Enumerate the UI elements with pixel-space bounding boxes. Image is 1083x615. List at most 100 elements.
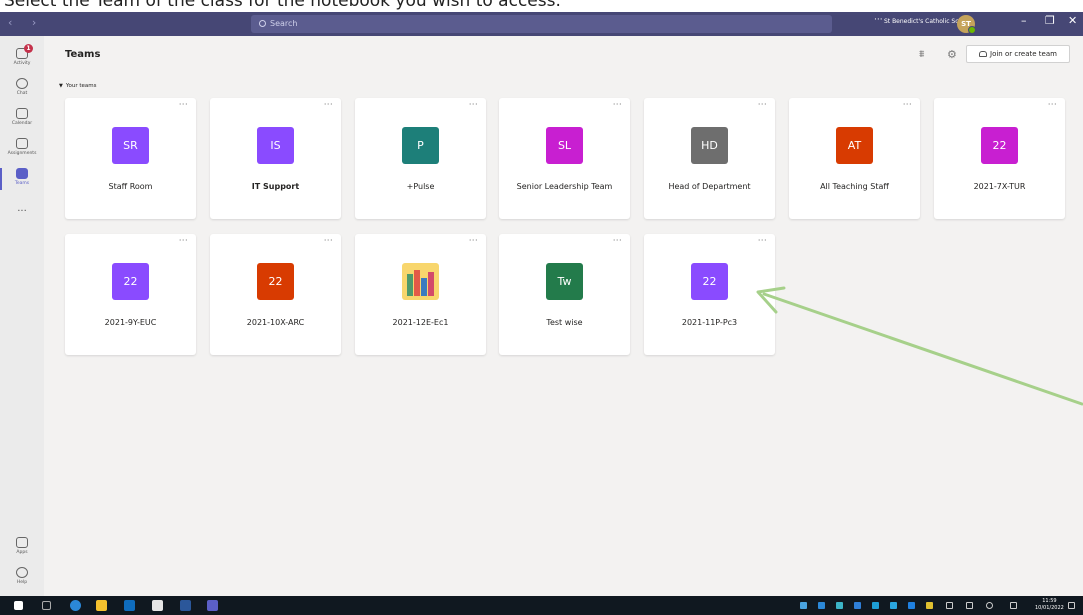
team-name: IT Support bbox=[251, 182, 300, 191]
rail-item-help[interactable]: Help bbox=[0, 567, 44, 597]
rail-label-help: Help bbox=[16, 580, 28, 585]
avatar[interactable]: ST bbox=[957, 15, 976, 34]
app-rail: 1 Activity Chat Calendar Assignments Tea… bbox=[0, 36, 44, 596]
card-more-icon[interactable]: ··· bbox=[613, 100, 622, 109]
maximize-button[interactable]: ❐ bbox=[1045, 14, 1055, 27]
caret-down-icon: ▼ bbox=[59, 83, 63, 89]
team-name: Staff Room bbox=[108, 182, 153, 191]
network-icon[interactable] bbox=[946, 602, 953, 609]
join-or-create-team-button[interactable]: Join or create team bbox=[966, 45, 1070, 63]
sims-app-icon[interactable] bbox=[152, 600, 163, 611]
tray-app-icon[interactable] bbox=[926, 602, 933, 609]
rail-item-chat[interactable]: Chat bbox=[0, 78, 44, 108]
windows-start-icon[interactable] bbox=[14, 601, 23, 610]
people-icon bbox=[979, 51, 988, 57]
team-card[interactable]: ··· SR Staff Room bbox=[65, 98, 196, 219]
tray-app-icon[interactable] bbox=[836, 602, 843, 609]
team-card[interactable]: ··· 22 2021-10X-ARC bbox=[210, 234, 341, 355]
team-avatar: Tw bbox=[546, 263, 583, 300]
join-or-create-team-label: Join or create team bbox=[990, 50, 1057, 58]
team-avatar: 22 bbox=[112, 263, 149, 300]
search-placeholder: Search bbox=[270, 19, 298, 28]
volume-icon[interactable] bbox=[986, 602, 993, 609]
card-more-icon[interactable]: ··· bbox=[324, 100, 333, 109]
teams-taskbar-icon[interactable] bbox=[207, 600, 218, 611]
team-name: 2021-12E-Ec1 bbox=[392, 318, 449, 327]
filter-icon[interactable]: ⩩ bbox=[919, 49, 924, 60]
team-card[interactable]: ··· 22 2021-9Y-EUC bbox=[65, 234, 196, 355]
file-explorer-icon[interactable] bbox=[96, 600, 107, 611]
annotation-arrow bbox=[756, 286, 1083, 406]
card-more-icon[interactable]: ··· bbox=[903, 100, 912, 109]
your-teams-toggle[interactable]: ▼ Your teams bbox=[59, 83, 96, 89]
more-options-icon[interactable]: ··· bbox=[874, 15, 883, 25]
team-name: Head of Department bbox=[668, 182, 751, 191]
rail-item-teams[interactable]: Teams bbox=[0, 168, 44, 198]
card-more-icon[interactable]: ··· bbox=[758, 236, 767, 245]
team-card[interactable]: ··· IS IT Support bbox=[210, 98, 341, 219]
tray-app-icon[interactable] bbox=[818, 602, 825, 609]
teams-icon bbox=[16, 168, 28, 179]
minimize-button[interactable]: – bbox=[1021, 14, 1027, 27]
card-more-icon[interactable]: ··· bbox=[758, 100, 767, 109]
team-name: 2021-10X-ARC bbox=[246, 318, 305, 327]
team-card[interactable]: ··· AT All Teaching Staff bbox=[789, 98, 920, 219]
notifications-icon[interactable] bbox=[1068, 602, 1075, 609]
team-card[interactable]: ··· SL Senior Leadership Team bbox=[499, 98, 630, 219]
back-forward-arrows-icon[interactable]: ‹ › bbox=[8, 16, 44, 29]
bluetooth-icon[interactable] bbox=[908, 602, 915, 609]
team-card[interactable]: ··· HD Head of Department bbox=[644, 98, 775, 219]
team-avatar: AT bbox=[836, 127, 873, 164]
tray-app-icon[interactable] bbox=[872, 602, 879, 609]
apps-icon bbox=[16, 537, 28, 548]
gear-icon[interactable]: ⚙ bbox=[947, 48, 957, 61]
edge-browser-icon[interactable] bbox=[70, 600, 81, 611]
pen-icon[interactable] bbox=[1010, 602, 1017, 609]
team-card[interactable]: ··· 2021-12E-Ec1 bbox=[355, 234, 486, 355]
team-avatar: SR bbox=[112, 127, 149, 164]
rail-item-assignments[interactable]: Assignments bbox=[0, 138, 44, 168]
rail-item-apps[interactable]: Apps bbox=[0, 537, 44, 567]
close-button[interactable]: ✕ bbox=[1068, 14, 1077, 27]
caption-text: Select the Team of the class for the not… bbox=[4, 0, 561, 11]
rail-label-activity: Activity bbox=[13, 61, 31, 66]
your-teams-label: Your teams bbox=[65, 83, 97, 89]
team-card[interactable]: ··· P +Pulse bbox=[355, 98, 486, 219]
outlook-icon[interactable] bbox=[124, 600, 135, 611]
instruction-caption: Select the Team of the class for the not… bbox=[0, 0, 1083, 12]
card-more-icon[interactable]: ··· bbox=[179, 100, 188, 109]
team-name: 2021-9Y-EUC bbox=[104, 318, 157, 327]
team-card[interactable]: ··· Tw Test wise bbox=[499, 234, 630, 355]
team-name: Senior Leadership Team bbox=[516, 182, 613, 191]
tray-app-icon[interactable] bbox=[854, 602, 861, 609]
tray-app-icon[interactable] bbox=[800, 602, 807, 609]
taskbar-clock[interactable]: 11:59 10/01/2022 bbox=[1035, 598, 1064, 612]
team-name: All Teaching Staff bbox=[820, 182, 889, 191]
help-icon bbox=[16, 567, 28, 578]
tray-app-icon[interactable] bbox=[890, 602, 897, 609]
team-name: +Pulse bbox=[406, 182, 435, 191]
more-apps-icon[interactable]: ··· bbox=[0, 206, 44, 217]
team-avatar: SL bbox=[546, 127, 583, 164]
card-more-icon[interactable]: ··· bbox=[469, 236, 478, 245]
search-icon bbox=[259, 20, 266, 27]
page-title: Teams bbox=[65, 49, 101, 60]
clock-date: 10/01/2022 bbox=[1035, 605, 1064, 611]
rail-label-chat: Chat bbox=[16, 91, 28, 96]
team-name: 2021-7X-TUR bbox=[973, 182, 1026, 191]
team-card[interactable]: ··· 22 2021-7X-TUR bbox=[934, 98, 1065, 219]
task-view-icon[interactable] bbox=[42, 601, 51, 610]
windows-taskbar: 11:59 10/01/2022 bbox=[0, 596, 1083, 615]
card-more-icon[interactable]: ··· bbox=[1048, 100, 1057, 109]
teams-header: Teams ⩩ ⚙ Join or create team bbox=[44, 36, 1083, 74]
card-more-icon[interactable]: ··· bbox=[324, 236, 333, 245]
search-input[interactable]: Search bbox=[251, 15, 832, 33]
word-icon[interactable] bbox=[180, 600, 191, 611]
card-more-icon[interactable]: ··· bbox=[469, 100, 478, 109]
rail-item-calendar[interactable]: Calendar bbox=[0, 108, 44, 138]
battery-icon[interactable] bbox=[966, 602, 973, 609]
card-more-icon[interactable]: ··· bbox=[613, 236, 622, 245]
rail-item-activity[interactable]: 1 Activity bbox=[0, 44, 44, 78]
card-more-icon[interactable]: ··· bbox=[179, 236, 188, 245]
rail-label-apps: Apps bbox=[16, 550, 28, 555]
